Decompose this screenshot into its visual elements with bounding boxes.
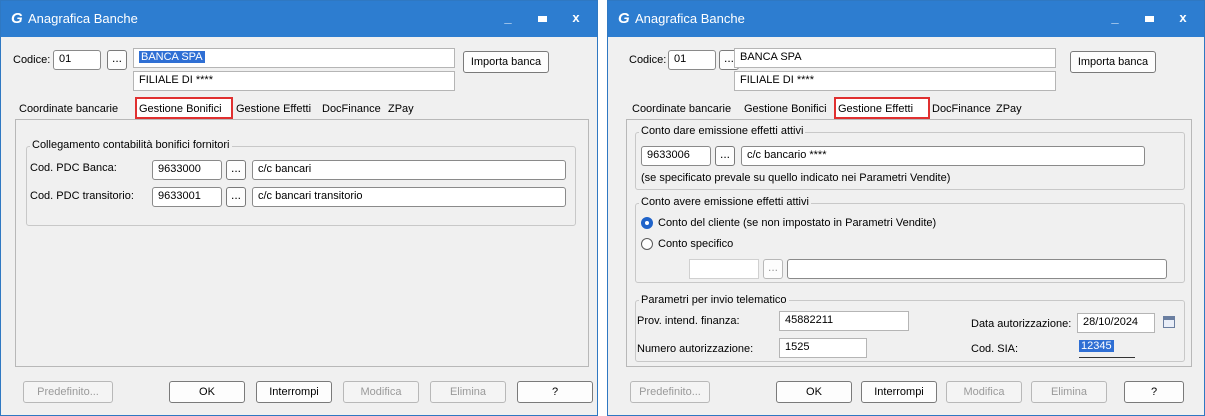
conto-specifico-label: Conto specifico xyxy=(658,238,734,250)
close-button[interactable]: x xyxy=(565,8,587,28)
sia-label: Cod. SIA: xyxy=(971,343,1019,355)
bank-name-value: BANCA SPA xyxy=(139,51,205,63)
pdc-banca-desc-input[interactable]: c/c bancari xyxy=(252,160,566,180)
button-bar: Predefinito... OK Interrompi Modifica El… xyxy=(1,373,597,413)
codice-label: Codice: xyxy=(629,54,667,66)
tab-zpay[interactable]: ZPay xyxy=(994,101,1024,119)
tab-panel: Collegamento contabilità bonifici fornit… xyxy=(15,119,589,367)
maximize-icon xyxy=(537,15,547,22)
tab-panel: Conto dare emissione effetti attivi 9633… xyxy=(626,119,1192,367)
num-input[interactable]: 1525 xyxy=(779,338,867,358)
app-logo-icon: G xyxy=(618,10,630,27)
conto-specifico-radio[interactable] xyxy=(641,238,653,250)
bank-window-right: G Anagrafica Banche _ x Codice: 01 ... B… xyxy=(607,0,1205,416)
ok-button[interactable]: OK xyxy=(776,381,852,403)
date-label: Data autorizzazione: xyxy=(971,318,1072,330)
branch-input[interactable]: FILIALE DI **** xyxy=(133,71,455,91)
window-title: Anagrafica Banche xyxy=(635,11,745,26)
num-label: Numero autorizzazione: xyxy=(637,343,754,355)
tab-zpay[interactable]: ZPay xyxy=(386,101,416,119)
tab-gestione-bonifici[interactable]: Gestione Bonifici xyxy=(742,101,829,119)
title-bar[interactable]: G Anagrafica Banche _ x xyxy=(608,1,1204,37)
branch-input[interactable]: FILIALE DI **** xyxy=(734,71,1056,91)
tab-coordinate-bancarie[interactable]: Coordinate bancarie xyxy=(17,101,120,119)
close-button[interactable]: x xyxy=(1172,8,1194,28)
prov-label: Prov. intend. finanza: xyxy=(637,315,740,327)
dare-desc-input[interactable]: c/c bancario **** xyxy=(741,146,1145,166)
ok-button[interactable]: OK xyxy=(169,381,245,403)
dare-code-input[interactable]: 9633006 xyxy=(641,146,711,166)
codice-input[interactable]: 01 xyxy=(53,50,101,70)
pdc-transitorio-browse-button[interactable]: ... xyxy=(226,187,246,207)
bank-window-left: G Anagrafica Banche _ x Codice: 01 ... B… xyxy=(0,0,598,416)
window-title: Anagrafica Banche xyxy=(28,11,138,26)
codice-label: Codice: xyxy=(13,54,51,66)
conto-cliente-label: Conto del cliente (se non impostato in P… xyxy=(658,217,937,229)
tab-gestione-effetti[interactable]: Gestione Effetti xyxy=(234,101,313,119)
tab-docfinance[interactable]: DocFinance xyxy=(320,101,383,119)
dare-group-title: Conto dare emissione effetti attivi xyxy=(639,125,806,137)
pdc-banca-browse-button[interactable]: ... xyxy=(226,160,246,180)
pdc-transitorio-desc-input[interactable]: c/c bancari transitorio xyxy=(252,187,566,207)
modifica-button[interactable]: Modifica xyxy=(343,381,419,403)
modifica-button[interactable]: Modifica xyxy=(946,381,1022,403)
sia-value: 12345 xyxy=(1079,340,1114,352)
tab-strip: Coordinate bancarie Gestione Bonifici Ge… xyxy=(630,97,1050,119)
tab-gestione-effetti[interactable]: Gestione Effetti xyxy=(834,97,930,119)
sia-input[interactable]: 12345 xyxy=(1079,338,1135,358)
pdc-banca-code-input[interactable]: 9633000 xyxy=(152,160,222,180)
codice-input[interactable]: 01 xyxy=(668,50,716,70)
help-button[interactable]: ? xyxy=(1124,381,1184,403)
calendar-icon[interactable] xyxy=(1163,316,1175,328)
dare-browse-button[interactable]: ... xyxy=(715,146,735,166)
button-bar: Predefinito... OK Interrompi Modifica El… xyxy=(608,373,1204,413)
avere-group-title: Conto avere emissione effetti attivi xyxy=(639,196,811,208)
date-input[interactable]: 28/10/2024 xyxy=(1077,313,1155,333)
avere-code-input[interactable] xyxy=(689,259,759,279)
minimize-button[interactable]: _ xyxy=(497,8,519,28)
avere-browse-button[interactable]: ... xyxy=(763,259,783,279)
app-logo-icon: G xyxy=(11,10,23,27)
pdc-transitorio-label: Cod. PDC transitorio: xyxy=(30,190,134,202)
elimina-button[interactable]: Elimina xyxy=(1031,381,1107,403)
maximize-button[interactable] xyxy=(531,8,553,28)
elimina-button[interactable]: Elimina xyxy=(430,381,506,403)
group-title: Collegamento contabilità bonifici fornit… xyxy=(30,139,232,151)
minimize-button[interactable]: _ xyxy=(1104,8,1126,28)
interrompi-button[interactable]: Interrompi xyxy=(861,381,937,403)
tab-coordinate-bancarie[interactable]: Coordinate bancarie xyxy=(630,101,733,119)
prov-input[interactable]: 45882211 xyxy=(779,311,909,331)
dare-note: (se specificato prevale su quello indica… xyxy=(641,172,951,184)
predefinito-button[interactable]: Predefinito... xyxy=(630,381,710,403)
tab-docfinance[interactable]: DocFinance xyxy=(930,101,993,119)
bank-name-input[interactable]: BANCA SPA xyxy=(734,48,1056,68)
tab-gestione-bonifici[interactable]: Gestione Bonifici xyxy=(135,97,233,119)
pdc-transitorio-code-input[interactable]: 9633001 xyxy=(152,187,222,207)
import-bank-button[interactable]: Importa banca xyxy=(463,51,549,73)
codice-browse-button[interactable]: ... xyxy=(107,50,127,70)
interrompi-button[interactable]: Interrompi xyxy=(256,381,332,403)
bank-name-input[interactable]: BANCA SPA xyxy=(133,48,455,68)
title-bar[interactable]: G Anagrafica Banche _ x xyxy=(1,1,597,37)
bonifici-group xyxy=(26,146,576,226)
avere-desc-input[interactable] xyxy=(787,259,1167,279)
pdc-banca-label: Cod. PDC Banca: xyxy=(30,162,117,174)
maximize-button[interactable] xyxy=(1138,8,1160,28)
telematic-group-title: Parametri per invio telematico xyxy=(639,294,789,306)
maximize-icon xyxy=(1144,15,1154,22)
conto-cliente-radio[interactable] xyxy=(641,217,653,229)
help-button[interactable]: ? xyxy=(517,381,593,403)
import-bank-button[interactable]: Importa banca xyxy=(1070,51,1156,73)
tab-strip: Coordinate bancarie Gestione Bonifici Ge… xyxy=(17,97,437,119)
predefinito-button[interactable]: Predefinito... xyxy=(23,381,113,403)
